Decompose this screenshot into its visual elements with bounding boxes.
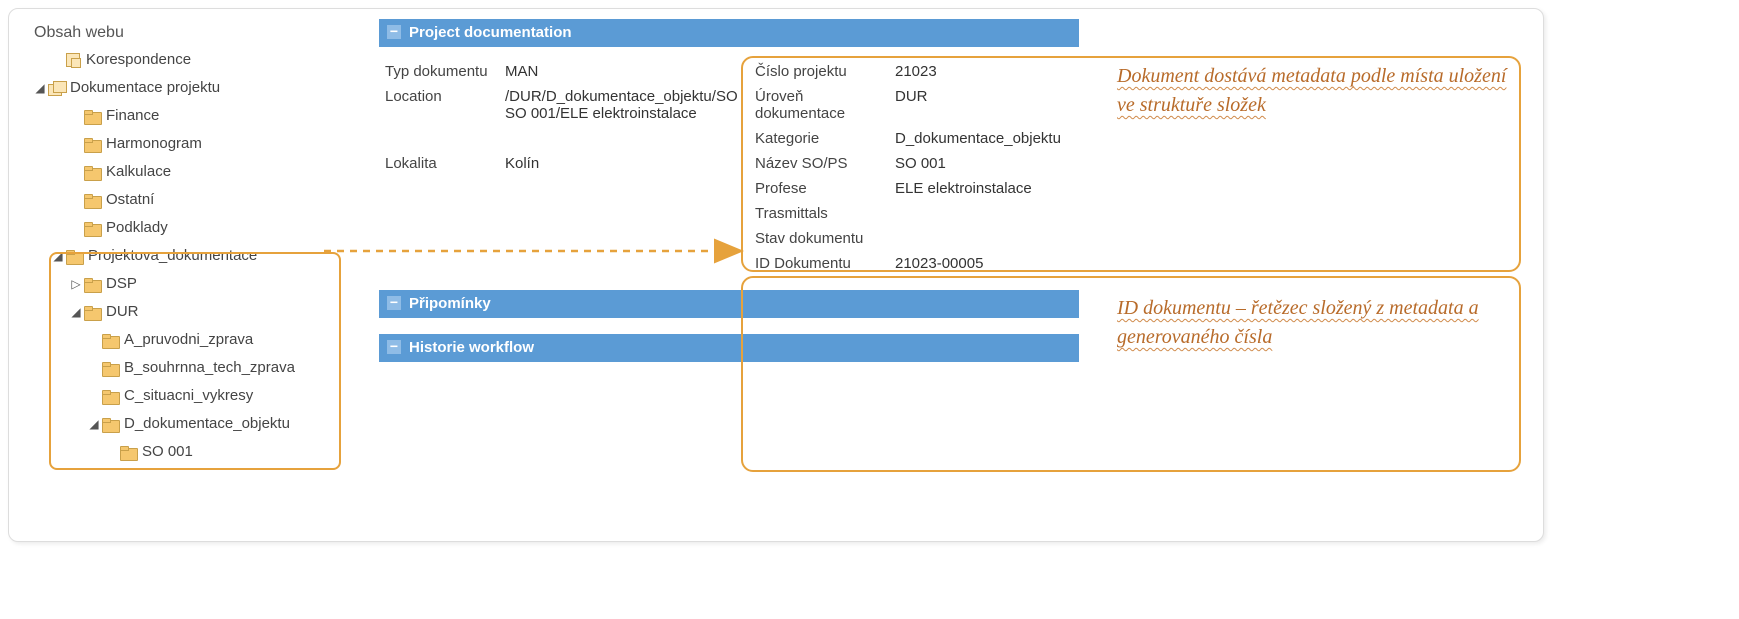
- document-icon: [66, 53, 80, 67]
- tree-label: Finance: [106, 102, 159, 130]
- folder-icon: [102, 362, 118, 375]
- label-uroven: Úroveň dokumentace: [755, 88, 895, 122]
- spacer: [385, 255, 755, 272]
- folder-icon: [102, 334, 118, 347]
- folder-icon: [84, 194, 100, 207]
- spacer: [385, 205, 755, 222]
- value-cislo: 21023: [895, 63, 1085, 80]
- spacer: [385, 230, 755, 247]
- tree-item-kalkulace[interactable]: Kalkulace: [34, 158, 364, 186]
- panel-title: Historie workflow: [409, 339, 534, 356]
- tree-label: Korespondence: [86, 46, 191, 74]
- panel-header-documentation[interactable]: − Project documentation: [379, 19, 1079, 47]
- spacer: [385, 180, 755, 197]
- collapse-panel-icon[interactable]: −: [387, 296, 401, 310]
- expand-icon[interactable]: ▷: [70, 270, 82, 298]
- tree-label: A_pruvodni_zprava: [124, 326, 253, 354]
- folder-icon: [84, 110, 100, 123]
- collapse-icon[interactable]: ◢: [88, 410, 100, 438]
- value-location: /DUR/D_dokumentace_objektu/SO SO 001/ELE…: [505, 88, 755, 147]
- panel-title: Připomínky: [409, 295, 491, 312]
- tree-label: Dokumentace projektu: [70, 74, 220, 102]
- value-kategorie: D_dokumentace_objektu: [895, 130, 1085, 147]
- folder-icon: [84, 166, 100, 179]
- tree-label: Kalkulace: [106, 158, 171, 186]
- label-lokalita: Lokalita: [385, 155, 505, 172]
- spacer: [385, 130, 505, 147]
- value-lokalita: Kolín: [505, 155, 755, 172]
- label-nazev: Název SO/PS: [755, 155, 895, 172]
- tree-panel: Obsah webu Korespondence ◢ Dokumentace pr…: [34, 24, 364, 466]
- value-stav: [895, 230, 1085, 247]
- panel-header-pripominky[interactable]: − Připomínky: [379, 290, 1079, 318]
- value-nazev: SO 001: [895, 155, 1085, 172]
- tree-item-so001[interactable]: SO 001: [34, 438, 364, 466]
- folder-icon: [66, 250, 82, 263]
- tree-label: B_souhrnna_tech_zprava: [124, 354, 295, 382]
- tree-item-dur[interactable]: ◢ DUR: [34, 298, 364, 326]
- collapse-icon[interactable]: ◢: [34, 74, 46, 102]
- tree-label: Projektova_dokumentace: [88, 242, 257, 270]
- value-trasmittals: [895, 205, 1085, 222]
- label-stav: Stav dokumentu: [755, 230, 895, 247]
- tree-item-korespondence[interactable]: Korespondence: [34, 46, 364, 74]
- tree-item-ostatni[interactable]: Ostatní: [34, 186, 364, 214]
- folder-icon: [84, 306, 100, 319]
- tree-item-harmonogram[interactable]: Harmonogram: [34, 130, 364, 158]
- details-grid: Typ dokumentu MAN Číslo projektu 21023 L…: [379, 53, 1079, 272]
- label-trasmittals: Trasmittals: [755, 205, 895, 222]
- page-frame: Obsah webu Korespondence ◢ Dokumentace pr…: [8, 8, 1544, 542]
- tree-item-d-dokumentace[interactable]: ◢ D_dokumentace_objektu: [34, 410, 364, 438]
- folder-icon: [102, 390, 118, 403]
- tree-item-a-pruvodni[interactable]: A_pruvodni_zprava: [34, 326, 364, 354]
- tree-label: Harmonogram: [106, 130, 202, 158]
- library-icon: [48, 81, 64, 95]
- label-profese: Profese: [755, 180, 895, 197]
- value-profese: ELE elektroinstalace: [895, 180, 1085, 197]
- collapse-icon[interactable]: ◢: [52, 242, 64, 270]
- tree-item-dokumentace-projektu[interactable]: ◢ Dokumentace projektu: [34, 74, 364, 102]
- tree-label: SO 001: [142, 438, 193, 466]
- details-panel: − Project documentation Typ dokumentu MA…: [379, 19, 1079, 368]
- folder-icon: [120, 446, 136, 459]
- tree-label: D_dokumentace_objektu: [124, 410, 290, 438]
- panel-title: Project documentation: [409, 24, 572, 41]
- tree-item-podklady[interactable]: Podklady: [34, 214, 364, 242]
- label-location: Location: [385, 88, 505, 122]
- collapse-panel-icon[interactable]: −: [387, 340, 401, 354]
- value-uroven: DUR: [895, 88, 1085, 122]
- annotation-text-id: ID dokumentu – řetězec složený z metadat…: [1117, 294, 1517, 352]
- label-kategorie: Kategorie: [755, 130, 895, 147]
- tree-label: Podklady: [106, 214, 168, 242]
- tree-item-dsp[interactable]: ▷ DSP: [34, 270, 364, 298]
- folder-icon: [84, 222, 100, 235]
- tree-label: C_situacni_vykresy: [124, 382, 253, 410]
- tree-label: DSP: [106, 270, 137, 298]
- label-typ: Typ dokumentu: [385, 63, 505, 80]
- label-cislo: Číslo projektu: [755, 63, 895, 80]
- value-typ: MAN: [505, 63, 755, 80]
- tree-item-c-situacni[interactable]: C_situacni_vykresy: [34, 382, 364, 410]
- tree-title: Obsah webu: [34, 24, 364, 42]
- folder-icon: [102, 418, 118, 431]
- panel-header-workflow[interactable]: − Historie workflow: [379, 334, 1079, 362]
- tree-label: Ostatní: [106, 186, 154, 214]
- label-id: ID Dokumentu: [755, 255, 895, 272]
- tree-label: DUR: [106, 298, 139, 326]
- tree-item-finance[interactable]: Finance: [34, 102, 364, 130]
- collapse-icon[interactable]: ◢: [70, 298, 82, 326]
- annotation-text-metadata: Dokument dostává metadata podle místa ul…: [1117, 62, 1517, 120]
- value-id: 21023-00005: [895, 255, 1085, 272]
- folder-icon: [84, 138, 100, 151]
- tree-item-projektova-dokumentace[interactable]: ◢ Projektova_dokumentace: [34, 242, 364, 270]
- folder-icon: [84, 278, 100, 291]
- tree-item-b-souhrnna[interactable]: B_souhrnna_tech_zprava: [34, 354, 364, 382]
- collapse-panel-icon[interactable]: −: [387, 25, 401, 39]
